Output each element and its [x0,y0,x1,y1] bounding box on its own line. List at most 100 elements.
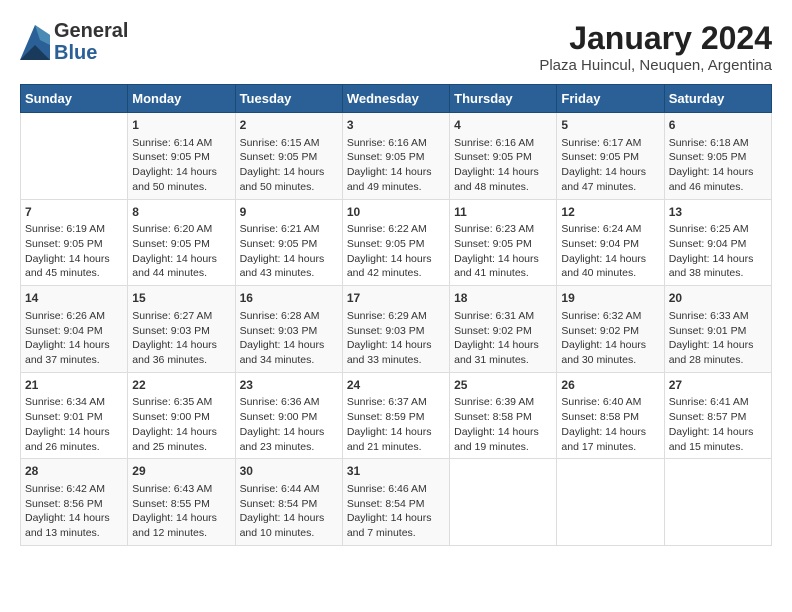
header-day-friday: Friday [557,85,664,113]
calendar-cell: 17 Sunrise: 6:29 AM Sunset: 9:03 PM Dayli… [342,286,449,373]
cell-content: Sunrise: 6:31 AM Sunset: 9:02 PM Dayligh… [454,309,552,368]
cell-content: Sunrise: 6:29 AM Sunset: 9:03 PM Dayligh… [347,309,445,368]
day-number: 3 [347,117,445,134]
day-number: 12 [561,204,659,221]
calendar-cell: 8Sunrise: 6:20 AM Sunset: 9:05 PM Daylig… [128,199,235,286]
cell-content: Sunrise: 6:36 AM Sunset: 9:00 PM Dayligh… [240,395,338,454]
calendar-cell: 16Sunrise: 6:28 AM Sunset: 9:03 PM Dayli… [235,286,342,373]
cell-content: Sunrise: 6:43 AM Sunset: 8:55 PM Dayligh… [132,482,230,541]
day-number: 21 [25,377,123,394]
cell-content: Sunrise: 6:34 AM Sunset: 9:01 PM Dayligh… [25,395,123,454]
cell-content: Sunrise: 6:40 AM Sunset: 8:58 PM Dayligh… [561,395,659,454]
cell-content: Sunrise: 6:37 AM Sunset: 8:59 PM Dayligh… [347,395,445,454]
week-row-4: 21Sunrise: 6:34 AM Sunset: 9:01 PM Dayli… [21,372,772,459]
calendar-header: SundayMondayTuesdayWednesdayThursdayFrid… [21,85,772,113]
day-number: 6 [669,117,767,134]
logo: General Blue [20,20,128,64]
cell-content: Sunrise: 6:44 AM Sunset: 8:54 PM Dayligh… [240,482,338,541]
day-number: 22 [132,377,230,394]
cell-content: Sunrise: 6:27 AM Sunset: 9:03 PM Dayligh… [132,309,230,368]
cell-content: Sunrise: 6:19 AM Sunset: 9:05 PM Dayligh… [25,222,123,281]
day-number: 18 [454,290,552,307]
calendar-cell: 26Sunrise: 6:40 AM Sunset: 8:58 PM Dayli… [557,372,664,459]
calendar-table: SundayMondayTuesdayWednesdayThursdayFrid… [20,84,772,546]
header-day-tuesday: Tuesday [235,85,342,113]
page-title: January 2024 [539,20,772,57]
calendar-cell: 19Sunrise: 6:32 AM Sunset: 9:02 PM Dayli… [557,286,664,373]
day-number: 19 [561,290,659,307]
cell-content: Sunrise: 6:15 AM Sunset: 9:05 PM Dayligh… [240,136,338,195]
cell-content: Sunrise: 6:23 AM Sunset: 9:05 PM Dayligh… [454,222,552,281]
title-block: January 2024 Plaza Huincul, Neuquen, Arg… [539,20,772,74]
day-number: 29 [132,463,230,480]
day-number: 2 [240,117,338,134]
calendar-cell: 4 Sunrise: 6:16 AM Sunset: 9:05 PM Daylig… [450,113,557,200]
day-number: 28 [25,463,123,480]
calendar-cell: 14 Sunrise: 6:26 AM Sunset: 9:04 PM Dayli… [21,286,128,373]
calendar-body: 1Sunrise: 6:14 AM Sunset: 9:05 PM Daylig… [21,113,772,546]
day-number: 20 [669,290,767,307]
calendar-cell: 1Sunrise: 6:14 AM Sunset: 9:05 PM Daylig… [128,113,235,200]
cell-content: Sunrise: 6:42 AM Sunset: 8:56 PM Dayligh… [25,482,123,541]
calendar-cell: 30 Sunrise: 6:44 AM Sunset: 8:54 PM Dayli… [235,459,342,546]
week-row-1: 1Sunrise: 6:14 AM Sunset: 9:05 PM Daylig… [21,113,772,200]
day-number: 31 [347,463,445,480]
calendar-cell: 12Sunrise: 6:24 AM Sunset: 9:04 PM Dayli… [557,199,664,286]
cell-content: Sunrise: 6:17 AM Sunset: 9:05 PM Dayligh… [561,136,659,195]
day-number: 5 [561,117,659,134]
day-number: 14 [25,290,123,307]
cell-content: Sunrise: 6:28 AM Sunset: 9:03 PM Dayligh… [240,309,338,368]
calendar-cell: 13Sunrise: 6:25 AM Sunset: 9:04 PM Dayli… [664,199,771,286]
day-number: 17 [347,290,445,307]
day-number: 24 [347,377,445,394]
calendar-cell [664,459,771,546]
logo-general: General [54,20,128,42]
cell-content: Sunrise: 6:26 AM Sunset: 9:04 PM Dayligh… [25,309,123,368]
cell-content: Sunrise: 6:20 AM Sunset: 9:05 PM Dayligh… [132,222,230,281]
day-number: 1 [132,117,230,134]
logo-text: General Blue [54,20,128,64]
calendar-cell: 24Sunrise: 6:37 AM Sunset: 8:59 PM Dayli… [342,372,449,459]
day-number: 26 [561,377,659,394]
day-number: 27 [669,377,767,394]
cell-content: Sunrise: 6:18 AM Sunset: 9:05 PM Dayligh… [669,136,767,195]
calendar-cell: 27Sunrise: 6:41 AM Sunset: 8:57 PM Dayli… [664,372,771,459]
calendar-cell: 21Sunrise: 6:34 AM Sunset: 9:01 PM Dayli… [21,372,128,459]
cell-content: Sunrise: 6:16 AM Sunset: 9:05 PM Dayligh… [454,136,552,195]
week-row-5: 28 Sunrise: 6:42 AM Sunset: 8:56 PM Dayli… [21,459,772,546]
calendar-cell: 28 Sunrise: 6:42 AM Sunset: 8:56 PM Dayli… [21,459,128,546]
header-row: SundayMondayTuesdayWednesdayThursdayFrid… [21,85,772,113]
day-number: 8 [132,204,230,221]
calendar-cell: 9Sunrise: 6:21 AM Sunset: 9:05 PM Daylig… [235,199,342,286]
calendar-cell: 20Sunrise: 6:33 AM Sunset: 9:01 PM Dayli… [664,286,771,373]
calendar-cell: 10Sunrise: 6:22 AM Sunset: 9:05 PM Dayli… [342,199,449,286]
week-row-2: 7Sunrise: 6:19 AM Sunset: 9:05 PM Daylig… [21,199,772,286]
day-number: 30 [240,463,338,480]
cell-content: Sunrise: 6:24 AM Sunset: 9:04 PM Dayligh… [561,222,659,281]
day-number: 4 [454,117,552,134]
calendar-cell: 2 Sunrise: 6:15 AM Sunset: 9:05 PM Daylig… [235,113,342,200]
calendar-cell: 29 Sunrise: 6:43 AM Sunset: 8:55 PM Dayli… [128,459,235,546]
logo-blue: Blue [54,42,128,64]
calendar-cell: 3 Sunrise: 6:16 AM Sunset: 9:05 PM Daylig… [342,113,449,200]
calendar-cell: 6 Sunrise: 6:18 AM Sunset: 9:05 PM Daylig… [664,113,771,200]
week-row-3: 14 Sunrise: 6:26 AM Sunset: 9:04 PM Dayli… [21,286,772,373]
cell-content: Sunrise: 6:35 AM Sunset: 9:00 PM Dayligh… [132,395,230,454]
header-day-thursday: Thursday [450,85,557,113]
calendar-cell: 18 Sunrise: 6:31 AM Sunset: 9:02 PM Dayli… [450,286,557,373]
calendar-cell [557,459,664,546]
cell-content: Sunrise: 6:25 AM Sunset: 9:04 PM Dayligh… [669,222,767,281]
page-subtitle: Plaza Huincul, Neuquen, Argentina [539,57,772,74]
page-header: General Blue January 2024 Plaza Huincul,… [20,20,772,74]
cell-content: Sunrise: 6:46 AM Sunset: 8:54 PM Dayligh… [347,482,445,541]
cell-content: Sunrise: 6:16 AM Sunset: 9:05 PM Dayligh… [347,136,445,195]
calendar-cell [21,113,128,200]
day-number: 10 [347,204,445,221]
calendar-cell: 22Sunrise: 6:35 AM Sunset: 9:00 PM Dayli… [128,372,235,459]
cell-content: Sunrise: 6:22 AM Sunset: 9:05 PM Dayligh… [347,222,445,281]
calendar-cell: 25Sunrise: 6:39 AM Sunset: 8:58 PM Dayli… [450,372,557,459]
day-number: 9 [240,204,338,221]
header-day-wednesday: Wednesday [342,85,449,113]
header-day-sunday: Sunday [21,85,128,113]
day-number: 7 [25,204,123,221]
